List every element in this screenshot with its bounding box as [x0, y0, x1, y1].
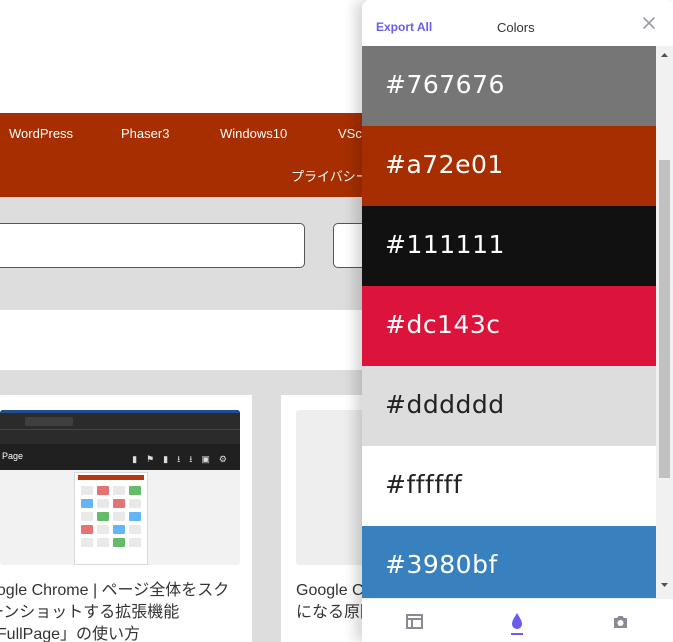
swatch-hex-label: #767676 [385, 70, 505, 99]
colors-panel: Export All Colors #767676 #a72e01 #11111… [362, 0, 673, 642]
swatch-hex-label: #111111 [385, 230, 505, 259]
swatch-hex-label: #ffffff [385, 470, 463, 499]
swatch-hex-label: #dc143c [385, 310, 501, 339]
color-swatch-list: #767676 #a72e01 #111111 #dc143c #dddddd … [362, 46, 656, 598]
export-all-button[interactable]: Export All [376, 20, 432, 34]
layout-icon[interactable] [400, 607, 428, 637]
site-search-input[interactable] [0, 223, 305, 268]
color-swatch[interactable]: #a72e01 [362, 126, 656, 206]
color-swatch[interactable]: #111111 [362, 206, 656, 286]
swatch-hex-label: #dddddd [385, 390, 505, 419]
nav-link-wordpress[interactable]: WordPress [9, 126, 73, 141]
panel-footer-nav [362, 598, 673, 642]
thumbnail-toolbar-text: Page [2, 451, 24, 461]
close-icon[interactable] [641, 15, 657, 31]
swatch-hex-label: #a72e01 [385, 150, 504, 179]
color-swatch[interactable]: #dddddd [362, 366, 656, 446]
scroll-down-arrow-icon[interactable] [656, 578, 673, 592]
colors-tab-button[interactable] [503, 607, 531, 637]
color-swatch[interactable]: #ffffff [362, 446, 656, 526]
thumbnail-toolbar-icons: ▮⚑▮⭳⭳▣⚙ [132, 454, 236, 464]
scroll-up-arrow-icon[interactable] [656, 48, 673, 62]
swatch-hex-label: #3980bf [385, 550, 498, 579]
article-title[interactable]: oogle Chrome | ページ全体をスク ーンショットする拡張機能 oFu… [0, 580, 252, 642]
active-tab-indicator [511, 633, 523, 635]
camera-icon[interactable] [606, 607, 634, 637]
thumbnail-toolbar: Page ▮⚑▮⭳⭳▣⚙ [0, 444, 240, 470]
swatch-scrollbar[interactable] [656, 46, 673, 598]
panel-header: Export All Colors [362, 0, 673, 46]
color-swatch[interactable]: #3980bf [362, 526, 656, 598]
nav-link-phaser3[interactable]: Phaser3 [121, 126, 169, 141]
nav-link-windows10[interactable]: Windows10 [220, 126, 287, 141]
panel-title: Colors [497, 20, 535, 35]
article-thumbnail[interactable]: Page ▮⚑▮⭳⭳▣⚙ [0, 410, 240, 565]
thumbnail-page-preview [74, 472, 148, 565]
scrollbar-thumb[interactable] [659, 160, 670, 478]
color-swatch[interactable]: #767676 [362, 46, 656, 126]
color-swatch[interactable]: #dc143c [362, 286, 656, 366]
thumbnail-browser-chrome [0, 410, 240, 444]
article-card[interactable]: Page ▮⚑▮⭳⭳▣⚙ oogle Chrome | ページ全体をスク ーンシ… [0, 395, 252, 642]
nav-link-privacy[interactable]: プライバシー [291, 166, 369, 185]
